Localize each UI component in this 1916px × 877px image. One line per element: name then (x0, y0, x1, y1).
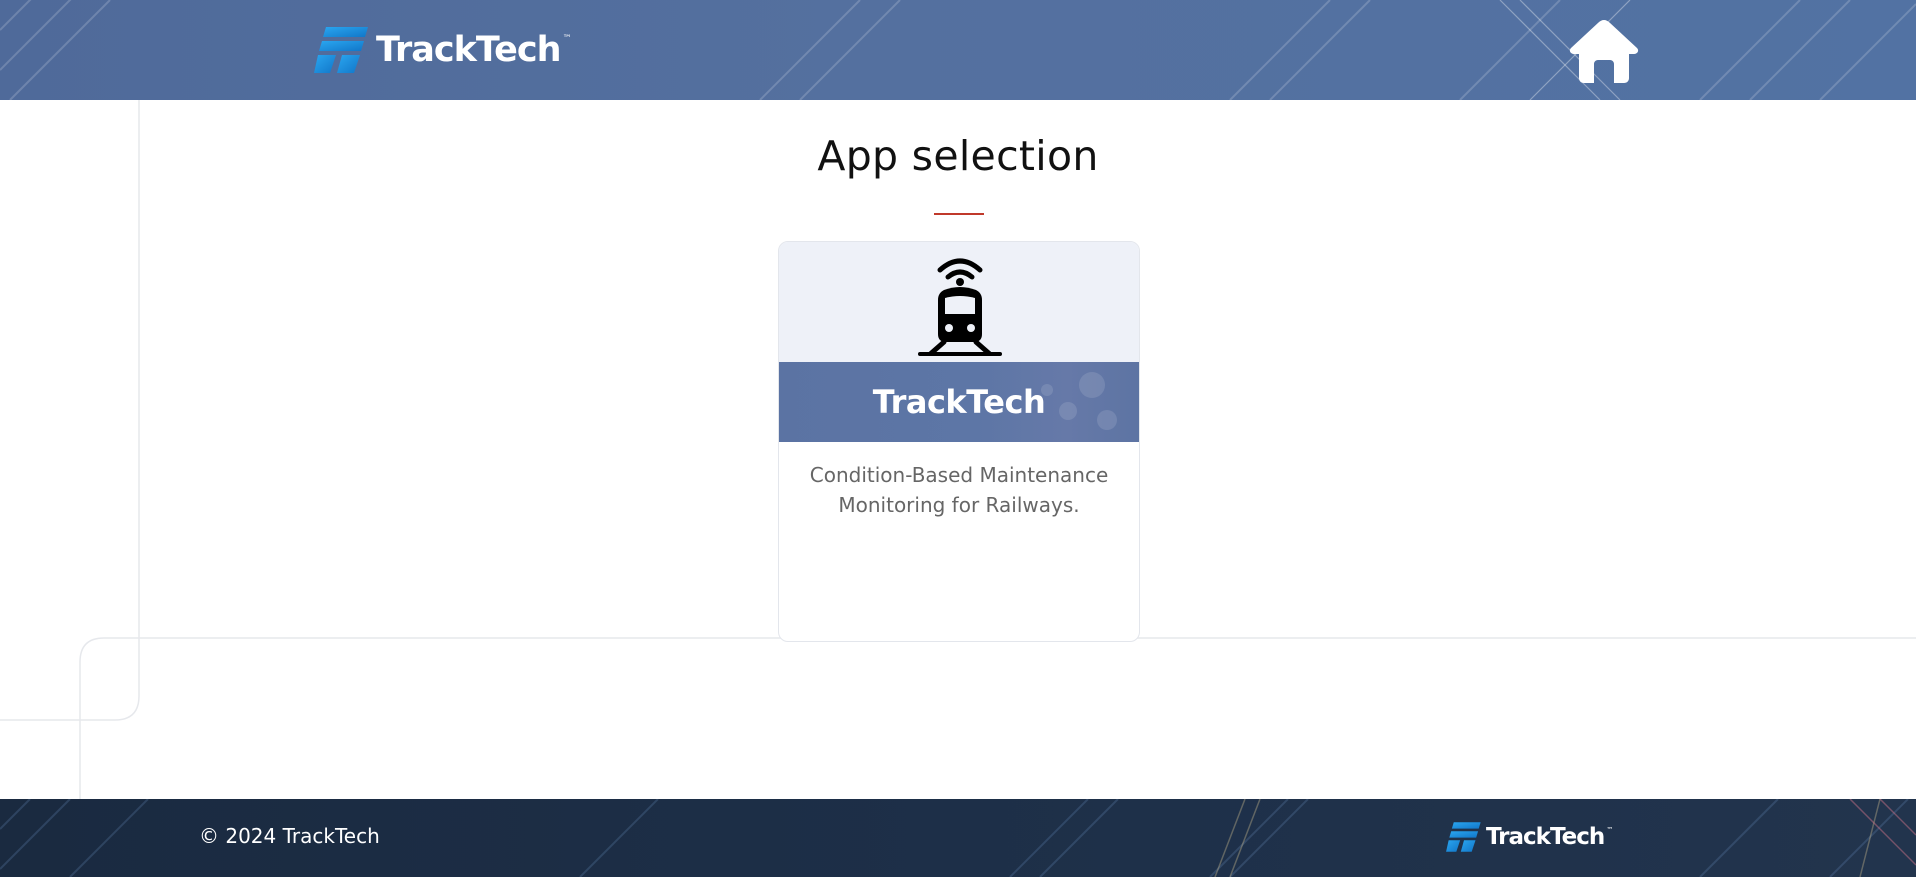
page-title: App selection (817, 132, 1099, 180)
app-card-tracktech[interactable]: TrackTech Condition-Based Maintenance Mo… (778, 241, 1140, 642)
home-icon (1569, 20, 1639, 83)
title-underline (934, 213, 984, 215)
trademark-symbol: ™ (562, 34, 572, 44)
app-card-name: TrackTech (872, 383, 1046, 421)
footer-logo[interactable]: TrackTech ™ (1446, 819, 1613, 855)
app-card-description-line: Monitoring for Railways. (838, 493, 1080, 517)
app-card-description: Condition-Based Maintenance Monitoring f… (799, 460, 1119, 520)
app-card-description-line: Condition-Based Maintenance (809, 463, 1109, 487)
site-header: TrackTech ™ (0, 0, 1916, 100)
band-bokeh-decoration (1079, 372, 1105, 398)
app-card-title-band: TrackTech (779, 362, 1139, 442)
site-footer: © 2024 TrackTech TrackTech ™ (0, 799, 1916, 877)
home-button[interactable] (1568, 18, 1640, 84)
header-logo[interactable]: TrackTech ™ (314, 22, 572, 78)
header-logo-text: TrackTech ™ (376, 30, 572, 70)
footer-logo-text: TrackTech ™ (1486, 824, 1613, 850)
app-card-icon-area (779, 242, 1139, 362)
band-bokeh-decoration (1059, 402, 1077, 420)
trademark-symbol: ™ (1606, 826, 1613, 834)
tracktech-logo-mark-icon (314, 27, 368, 73)
train-signal-icon (918, 258, 1002, 356)
tracktech-logo-mark-icon (1446, 822, 1481, 852)
band-bokeh-decoration (1097, 410, 1117, 430)
copyright-text: © 2024 TrackTech (199, 824, 380, 848)
